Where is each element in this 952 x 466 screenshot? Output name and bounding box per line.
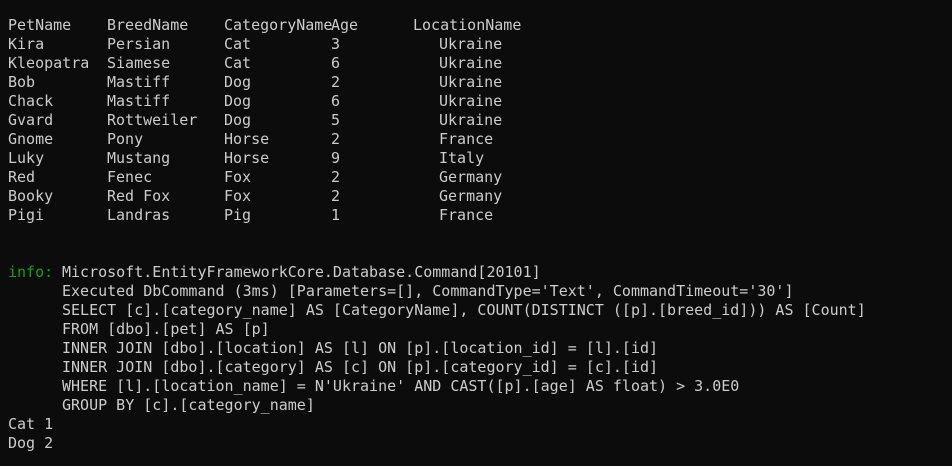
table-row: Bob Mastiff Dog 2 Ukraine bbox=[8, 73, 502, 92]
cell-breedname: Mastiff bbox=[107, 92, 171, 110]
cell-categoryname: Dog bbox=[224, 111, 252, 129]
log-line: WHERE [l].[location_name] = N'Ukraine' A… bbox=[8, 377, 739, 396]
cell-petname: Kleopatra bbox=[8, 54, 90, 72]
log-line: GROUP BY [c].[category_name] bbox=[8, 396, 315, 415]
cell-age: 6 bbox=[331, 92, 341, 110]
cell-locationname: Germany bbox=[439, 187, 503, 205]
table-header: PetName BreedName CategoryName Age Locat… bbox=[8, 16, 521, 35]
table-row: Red Fenec Fox 2 Germany bbox=[8, 168, 502, 187]
cell-locationname: Ukraine bbox=[439, 35, 503, 53]
cell-breedname: Persian bbox=[107, 35, 171, 53]
cell-categoryname: Dog bbox=[224, 92, 252, 110]
cell-locationname: Ukraine bbox=[439, 111, 503, 129]
sql-join-category: INNER JOIN [dbo].[category] AS [c] ON [p… bbox=[62, 358, 659, 376]
cell-petname: Gvard bbox=[8, 111, 54, 129]
cell-categoryname: Cat bbox=[224, 35, 252, 53]
cell-petname: Pigi bbox=[8, 206, 45, 224]
sql-from: FROM [dbo].[pet] AS [p] bbox=[62, 320, 270, 338]
cell-petname: Booky bbox=[8, 187, 54, 205]
cell-age: 2 bbox=[331, 168, 341, 186]
table-row: Gvard Rottweiler Dog 5 Ukraine bbox=[8, 111, 502, 130]
header-age: Age bbox=[331, 16, 359, 34]
cell-petname: Red bbox=[8, 168, 36, 186]
cell-age: 6 bbox=[331, 54, 341, 72]
result-line: Dog 2 bbox=[8, 434, 54, 452]
cell-petname: Bob bbox=[8, 73, 36, 91]
cell-breedname: Mustang bbox=[107, 149, 171, 167]
cell-age: 9 bbox=[331, 149, 341, 167]
log-level-info: info: bbox=[8, 263, 54, 281]
cell-breedname: Fenec bbox=[107, 168, 153, 186]
log-line: INNER JOIN [dbo].[category] AS [c] ON [p… bbox=[8, 358, 658, 377]
header-breedname: BreedName bbox=[107, 16, 189, 34]
cell-age: 3 bbox=[331, 35, 341, 53]
console-output: PetName BreedName CategoryName Age Locat… bbox=[0, 0, 952, 466]
cell-categoryname: Horse bbox=[224, 130, 270, 148]
log-line: Executed DbCommand (3ms) [Parameters=[],… bbox=[8, 282, 794, 301]
cell-locationname: France bbox=[439, 130, 494, 148]
cell-categoryname: Fox bbox=[224, 168, 252, 186]
cell-breedname: Red Fox bbox=[107, 187, 171, 205]
cell-locationname: Italy bbox=[439, 149, 485, 167]
sql-select: SELECT [c].[category_name] AS [CategoryN… bbox=[62, 301, 866, 319]
header-categoryname: CategoryName bbox=[224, 16, 333, 34]
cell-age: 5 bbox=[331, 111, 341, 129]
table-row: Pigi Landras Pig 1 France bbox=[8, 206, 493, 225]
cell-petname: Kira bbox=[8, 35, 45, 53]
cell-categoryname: Pig bbox=[224, 206, 252, 224]
table-row: Kleopatra Siamese Cat 6 Ukraine bbox=[8, 54, 502, 73]
log-line: info: Microsoft.EntityFrameworkCore.Data… bbox=[8, 263, 541, 282]
cell-locationname: Ukraine bbox=[439, 73, 503, 91]
header-locationname: LocationName bbox=[413, 16, 522, 34]
log-executed: Executed DbCommand (3ms) [Parameters=[],… bbox=[62, 282, 794, 300]
table-row: Luky Mustang Horse 9 Italy bbox=[8, 149, 484, 168]
log-line: INNER JOIN [dbo].[location] AS [l] ON [p… bbox=[8, 339, 658, 358]
table-row: Gnome Pony Horse 2 France bbox=[8, 130, 493, 149]
cell-age: 2 bbox=[331, 73, 341, 91]
cell-breedname: Mastiff bbox=[107, 73, 171, 91]
header-petname: PetName bbox=[8, 16, 72, 34]
cell-locationname: Ukraine bbox=[439, 54, 503, 72]
table-row: Chack Mastiff Dog 6 Ukraine bbox=[8, 92, 502, 111]
table-row: Booky Red Fox Fox 2 Germany bbox=[8, 187, 502, 206]
cell-categoryname: Horse bbox=[224, 149, 270, 167]
cell-locationname: Germany bbox=[439, 168, 503, 186]
log-line: FROM [dbo].[pet] AS [p] bbox=[8, 320, 270, 339]
table-row: Kira Persian Cat 3 Ukraine bbox=[8, 35, 502, 54]
cell-breedname: Rottweiler bbox=[107, 111, 198, 129]
cell-age: 1 bbox=[331, 206, 341, 224]
result-line: Cat 1 bbox=[8, 415, 54, 433]
cell-age: 2 bbox=[331, 187, 341, 205]
cell-locationname: France bbox=[439, 206, 494, 224]
cell-categoryname: Cat bbox=[224, 54, 252, 72]
cell-petname: Chack bbox=[8, 92, 54, 110]
sql-join-location: INNER JOIN [dbo].[location] AS [l] ON [p… bbox=[62, 339, 659, 357]
cell-breedname: Landras bbox=[107, 206, 171, 224]
sql-where: WHERE [l].[location_name] = N'Ukraine' A… bbox=[62, 377, 740, 395]
cell-petname: Luky bbox=[8, 149, 45, 167]
sql-group-by: GROUP BY [c].[category_name] bbox=[62, 396, 315, 414]
log-category: Microsoft.EntityFrameworkCore.Database.C… bbox=[62, 263, 541, 281]
cell-petname: Gnome bbox=[8, 130, 54, 148]
cell-breedname: Siamese bbox=[107, 54, 171, 72]
cell-categoryname: Fox bbox=[224, 187, 252, 205]
cell-breedname: Pony bbox=[107, 130, 144, 148]
log-line: SELECT [c].[category_name] AS [CategoryN… bbox=[8, 301, 866, 320]
cell-age: 2 bbox=[331, 130, 341, 148]
cell-locationname: Ukraine bbox=[439, 92, 503, 110]
cell-categoryname: Dog bbox=[224, 73, 252, 91]
